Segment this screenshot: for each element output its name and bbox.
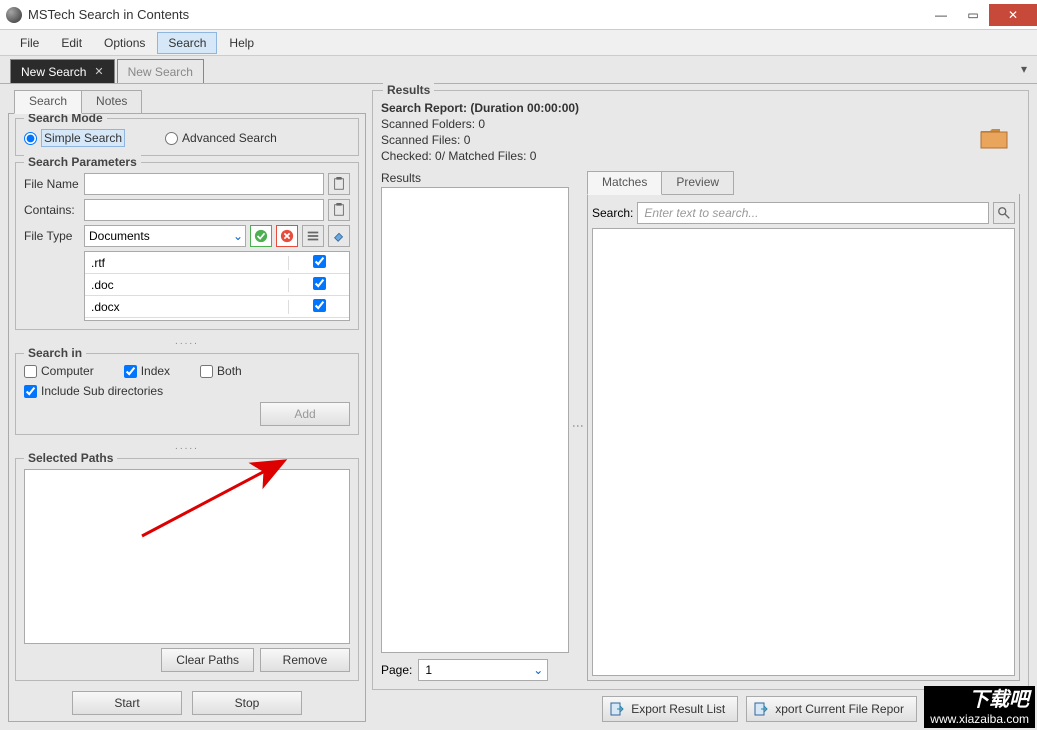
- filename-paste-button[interactable]: [328, 173, 350, 195]
- matches-view[interactable]: [592, 228, 1015, 676]
- filetype-list[interactable]: .rtf .doc .docx: [84, 251, 350, 321]
- tab-new-search-1[interactable]: New Search ✕: [10, 59, 115, 83]
- radio-advanced-search[interactable]: Advanced Search: [165, 131, 277, 145]
- tab-matches[interactable]: Matches: [587, 171, 662, 195]
- search-report-title: Search Report: (Duration 00:00:00): [381, 101, 1020, 115]
- chevron-down-icon: ⌄: [533, 663, 543, 677]
- check-both[interactable]: Both: [200, 364, 242, 378]
- search-icon: [997, 206, 1011, 220]
- titlebar: MSTech Search in Contents — ▭ ✕: [0, 0, 1037, 30]
- times-circle-icon: [280, 229, 294, 243]
- maximize-button[interactable]: ▭: [957, 4, 989, 26]
- results-list[interactable]: [381, 187, 569, 653]
- menu-help[interactable]: Help: [219, 33, 264, 53]
- menu-options[interactable]: Options: [94, 33, 155, 53]
- filetype-edit-button[interactable]: [302, 225, 324, 247]
- legend-results: Results: [383, 83, 434, 97]
- menubar: File Edit Options Search Help: [0, 30, 1037, 56]
- check-include-sub[interactable]: Include Sub directories: [24, 384, 163, 398]
- filetype-rtf-checkbox[interactable]: [313, 255, 326, 268]
- watermark: 下载吧 www.xiazaiba.com: [924, 686, 1035, 728]
- group-search-mode: Search Mode Simple Search Advanced Searc…: [15, 118, 359, 156]
- clipboard-icon: [332, 203, 346, 217]
- minimize-button[interactable]: —: [925, 4, 957, 26]
- app-icon: [6, 7, 22, 23]
- tab-search[interactable]: Search: [14, 90, 82, 114]
- window-title: MSTech Search in Contents: [28, 7, 925, 22]
- group-search-in: Search in Computer Index Both Include Su…: [15, 353, 359, 435]
- export-current-file-report-button[interactable]: xport Current File Repor: [746, 696, 917, 722]
- filetype-label: File Type: [24, 229, 80, 243]
- tab-label: New Search: [21, 65, 86, 79]
- filetype-accept-button[interactable]: [250, 225, 272, 247]
- filename-input[interactable]: [84, 173, 324, 195]
- close-tab-icon[interactable]: ✕: [94, 65, 103, 78]
- add-path-button[interactable]: Add: [260, 402, 350, 426]
- start-button[interactable]: Start: [72, 691, 182, 715]
- list-icon: [306, 229, 320, 243]
- page-select[interactable]: 1 ⌄: [418, 659, 548, 681]
- legend-search-in: Search in: [24, 346, 86, 360]
- folder-icon: [980, 127, 1008, 149]
- clipboard-icon: [332, 177, 346, 191]
- match-search-input[interactable]: [637, 202, 989, 224]
- radio-simple-input[interactable]: [24, 132, 37, 145]
- tab-overflow-icon[interactable]: ▾: [1021, 62, 1027, 76]
- scanned-files: Scanned Files: 0: [381, 133, 1020, 147]
- tab-new-search-2[interactable]: New Search: [117, 59, 204, 83]
- contains-label: Contains:: [24, 203, 80, 217]
- contains-input[interactable]: [84, 199, 324, 221]
- radio-simple-search[interactable]: Simple Search: [24, 129, 125, 147]
- filetype-row-docx[interactable]: .docx: [85, 296, 349, 318]
- tab-label: New Search: [128, 65, 193, 79]
- radio-advanced-input[interactable]: [165, 132, 178, 145]
- group-results: Results Search Report: (Duration 00:00:0…: [372, 90, 1029, 690]
- menu-search[interactable]: Search: [157, 32, 217, 54]
- filetype-doc-checkbox[interactable]: [313, 277, 326, 290]
- scanned-folders: Scanned Folders: 0: [381, 117, 1020, 131]
- check-circle-icon: [254, 229, 268, 243]
- filetype-row-rtf[interactable]: .rtf: [85, 252, 349, 274]
- selected-paths-list[interactable]: [24, 469, 350, 644]
- filename-label: File Name: [24, 177, 80, 191]
- legend-selected-paths: Selected Paths: [24, 451, 117, 465]
- check-index[interactable]: Index: [124, 364, 170, 378]
- menu-edit[interactable]: Edit: [51, 33, 92, 53]
- remove-path-button[interactable]: Remove: [260, 648, 350, 672]
- filetype-row-doc[interactable]: .doc: [85, 274, 349, 296]
- export-icon: [609, 701, 625, 717]
- filetype-row-more[interactable]: [85, 318, 349, 321]
- legend-search-parameters: Search Parameters: [24, 155, 141, 169]
- filetype-clear-button[interactable]: [328, 225, 350, 247]
- checked-matched: Checked: 0/ Matched Files: 0: [381, 149, 1020, 163]
- splitter-handle[interactable]: ⋮: [575, 171, 581, 681]
- clear-paths-button[interactable]: Clear Paths: [161, 648, 254, 672]
- check-computer[interactable]: Computer: [24, 364, 94, 378]
- tab-preview[interactable]: Preview: [661, 171, 734, 195]
- contains-paste-button[interactable]: [328, 199, 350, 221]
- legend-search-mode: Search Mode: [24, 113, 107, 125]
- search-label: Search:: [592, 206, 633, 220]
- filetype-docx-checkbox[interactable]: [313, 299, 326, 312]
- stop-button[interactable]: Stop: [192, 691, 302, 715]
- filetype-reject-button[interactable]: [276, 225, 298, 247]
- close-button[interactable]: ✕: [989, 4, 1037, 26]
- results-list-label: Results: [381, 171, 569, 185]
- match-search-button[interactable]: [993, 202, 1015, 224]
- group-selected-paths: Selected Paths Clear Paths Remove: [15, 458, 359, 681]
- tab-notes[interactable]: Notes: [81, 90, 142, 114]
- filetype-dropdown[interactable]: Documents ⌄: [84, 225, 246, 247]
- page-label: Page:: [381, 663, 412, 677]
- export-icon: [753, 701, 769, 717]
- eraser-icon: [332, 229, 346, 243]
- group-search-parameters: Search Parameters File Name Contains:: [15, 162, 359, 330]
- chevron-down-icon: ⌄: [233, 229, 243, 243]
- menu-file[interactable]: File: [10, 33, 49, 53]
- document-tabs: New Search ✕ New Search ▾: [0, 56, 1037, 84]
- export-result-list-button[interactable]: Export Result List: [602, 696, 738, 722]
